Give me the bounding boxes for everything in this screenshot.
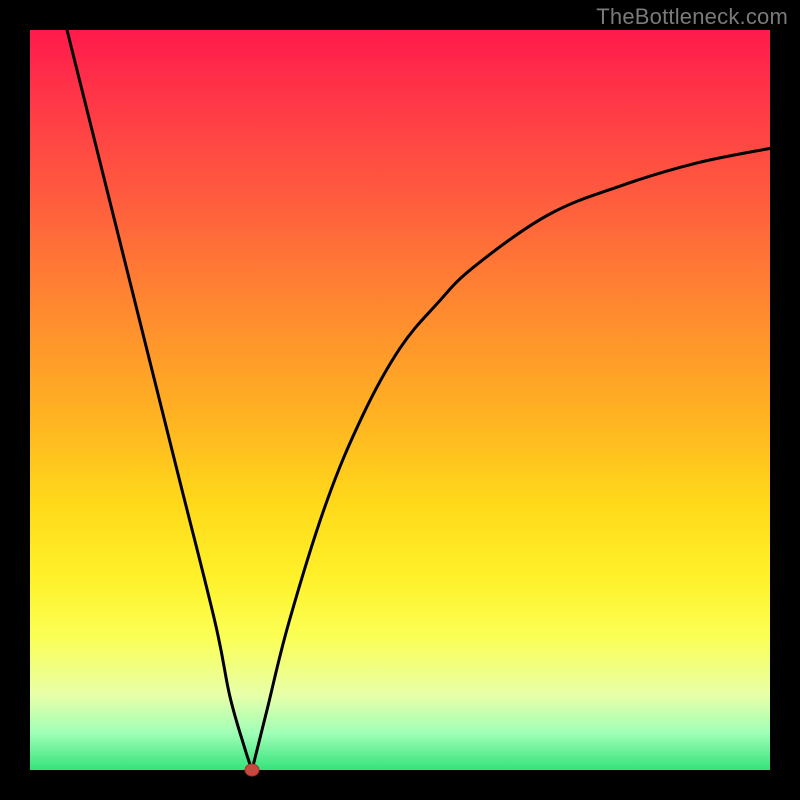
left-branch (67, 30, 252, 770)
right-branch (252, 148, 770, 770)
chart-frame: TheBottleneck.com (0, 0, 800, 800)
curve-layer (30, 30, 770, 770)
minimum-marker (245, 764, 259, 776)
watermark-text: TheBottleneck.com (596, 4, 788, 30)
plot-area (30, 30, 770, 770)
